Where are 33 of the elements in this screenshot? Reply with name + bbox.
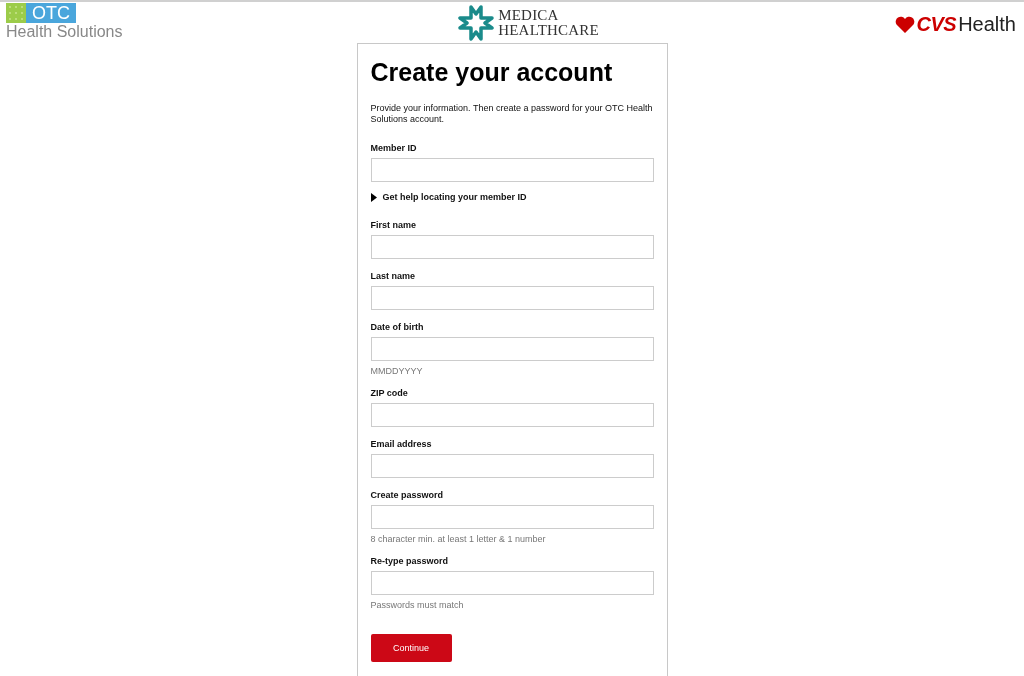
field-label: Create password (370, 490, 445, 500)
input-field[interactable] (370, 505, 654, 529)
page-title: Create your account (370, 58, 614, 87)
caret-right-icon (370, 192, 377, 202)
field-label: Last name (370, 271, 417, 281)
input-field[interactable] (370, 158, 654, 182)
input-field[interactable] (370, 286, 654, 310)
heart-icon (894, 16, 915, 33)
field-label: Date of birth (370, 322, 425, 332)
field-label: ZIP code (370, 388, 409, 398)
field-label: Email address (370, 439, 433, 449)
help-toggle[interactable]: Get help locating your member ID (370, 192, 527, 202)
logo-brand: CVS (916, 13, 957, 36)
continue-button[interactable]: Continue (370, 634, 452, 662)
input-field[interactable] (370, 403, 654, 427)
input-field[interactable] (370, 337, 654, 361)
field-hint: Passwords must match (370, 600, 465, 610)
field-label: First name (370, 220, 417, 230)
field-label: Member ID (370, 143, 418, 153)
logo-badge: OTC (26, 3, 76, 23)
field-hint: 8 character min. at least 1 letter & 1 number (370, 534, 547, 544)
intro-text: Provide your information. Then create a password for your OTC Health Solutions account. (370, 103, 654, 125)
field-label: Re-type password (370, 556, 450, 566)
input-field[interactable] (370, 454, 654, 478)
field-hint: MMDDYYYY (370, 366, 424, 376)
logo-text: Health Solutions (6, 23, 123, 41)
dotted-square-icon (6, 3, 26, 23)
star-cross-icon (458, 5, 495, 41)
logo-text: MEDICA (498, 8, 560, 23)
logo-text: HEALTHCARE (498, 23, 599, 38)
input-field[interactable] (370, 235, 654, 259)
input-field[interactable] (370, 571, 654, 595)
logo-text: Health (958, 13, 1016, 36)
